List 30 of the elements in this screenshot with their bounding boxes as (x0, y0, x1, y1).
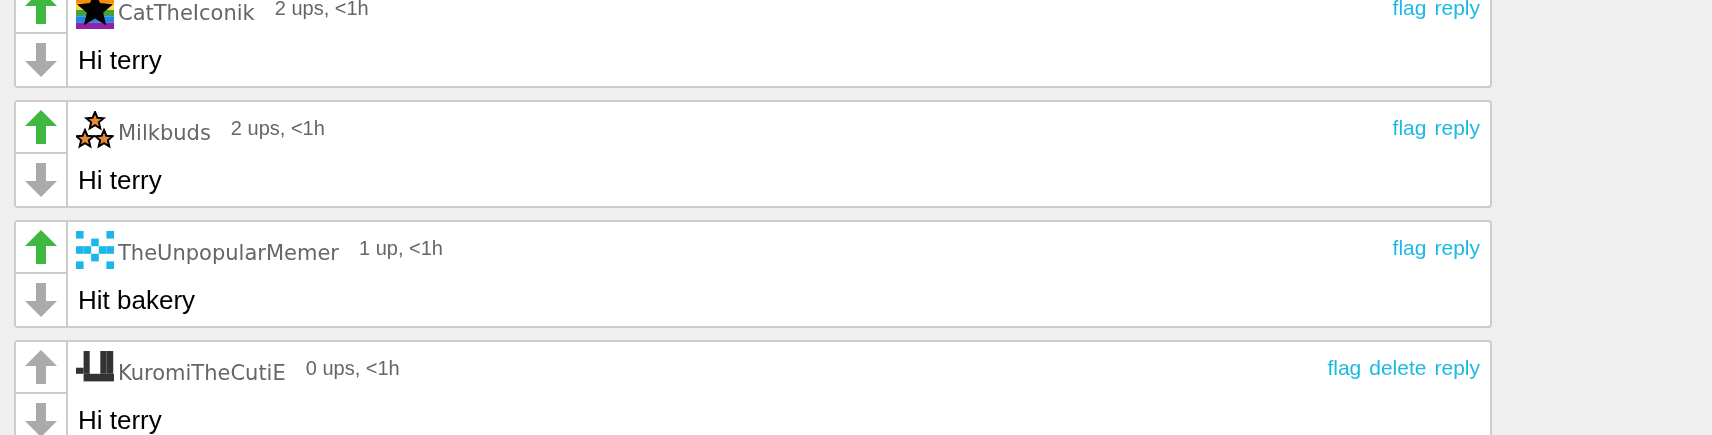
upvote-button[interactable] (16, 342, 68, 394)
comment-stats: 2 ups, <1h (230, 116, 325, 140)
comment-text: Hi terry (78, 164, 162, 196)
comment-stats: 1 up, <1h (358, 236, 443, 260)
action-link[interactable]: reply (1434, 236, 1480, 260)
downvote-button[interactable] (16, 154, 68, 206)
downvote-button[interactable] (16, 34, 68, 86)
comment-stats: 2 ups, <1h (274, 0, 369, 20)
comment-text: Hit bakery (78, 284, 196, 316)
action-link[interactable]: flag (1392, 236, 1427, 260)
username-link[interactable]: Milkbuds (118, 121, 211, 145)
action-link[interactable]: reply (1434, 116, 1480, 140)
action-link[interactable]: flag (1392, 116, 1427, 140)
pixel-avatar-icon (76, 231, 114, 269)
action-link[interactable]: reply (1434, 0, 1480, 20)
username-link[interactable]: TheUnpopularMemer (118, 241, 339, 265)
upvote-button[interactable] (16, 222, 68, 274)
action-link[interactable]: reply (1434, 356, 1480, 380)
username-link[interactable]: KuromiTheCutiE (118, 361, 286, 385)
stars-avatar-icon (76, 111, 114, 149)
downvote-button[interactable] (16, 274, 68, 326)
comment-text: Hi terry (78, 404, 162, 435)
rainbow-star-avatar-icon (76, 0, 114, 29)
action-link[interactable]: flag (1327, 356, 1362, 380)
comment-text: Hi terry (78, 44, 162, 76)
comment-stats: 0 ups, <1h (305, 356, 400, 380)
action-link[interactable]: flag (1392, 0, 1427, 20)
username-link[interactable]: CatTheIconik (118, 1, 255, 25)
action-link[interactable]: delete (1369, 356, 1427, 380)
upvote-button[interactable] (16, 102, 68, 154)
